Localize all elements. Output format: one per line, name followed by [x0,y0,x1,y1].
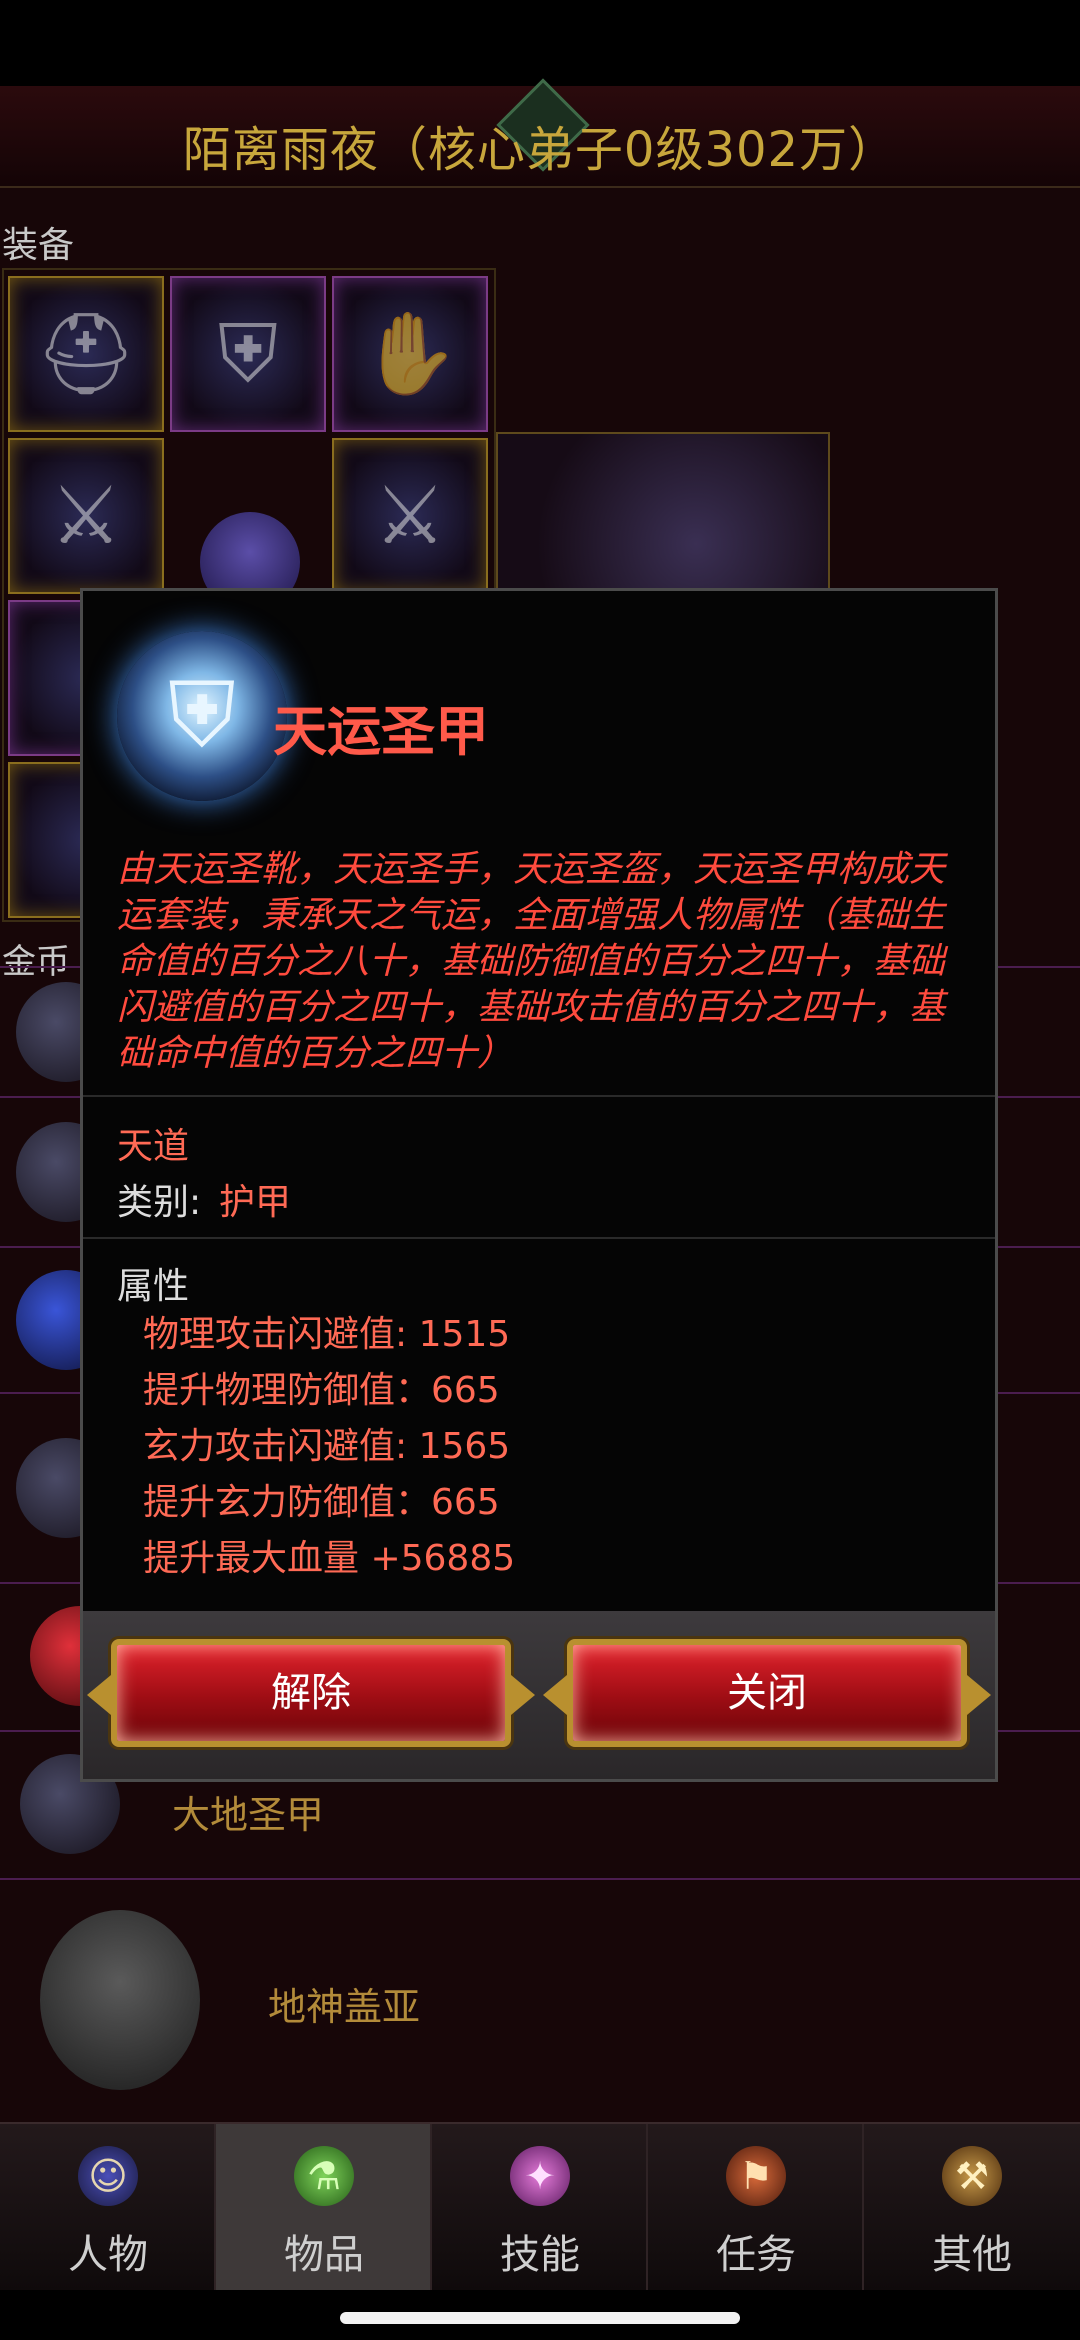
tab-label: 任务 [716,2232,796,2278]
attribute-line: 提升最大血量 +56885 [143,1538,516,1579]
gloves-slot[interactable]: ✋ [332,276,488,432]
divider [83,1237,995,1239]
item-name: 天运圣甲 [273,700,489,763]
quest-icon: ⚑ [726,2146,786,2206]
home-indicator[interactable] [340,2312,740,2324]
potion-icon: ⚗ [294,2146,354,2206]
item-category-label: 类别: [117,1182,202,1223]
attributes-title: 属性 [117,1266,190,1307]
bottom-nav: ☺ 人物 ⚗ 物品 ✦ 技能 ⚑ 任务 ⚒ 其他 [0,2122,1080,2290]
tab-other[interactable]: ⚒ 其他 [864,2124,1080,2290]
item-armor-icon: ⛨ [117,631,287,801]
unequip-button[interactable]: 解除 [87,1639,535,1747]
attribute-line: 玄力攻击闪避值: 1565 [143,1426,511,1467]
attribute-line: 提升玄力防御值：665 [143,1482,500,1523]
armor-icon: ⛨ [218,307,278,400]
attribute-line: 物理攻击闪避值: 1515 [143,1314,511,1355]
item-description: 由天运圣靴，天运圣手，天运圣盔，天运圣甲构成天运套装，秉承天之气运，全面增强人物… [117,849,946,1074]
inventory-item-name: 地神盖亚 [268,1985,421,2029]
weapon-slot-2[interactable]: ⚔ [332,438,488,594]
gaia-avatar-icon [40,1910,200,2090]
inventory-item-name: 大地圣甲 [172,1793,325,1837]
tab-label: 技能 [500,2232,580,2278]
item-detail-modal: ⛨ 天运圣甲 由天运圣靴，天运圣手，天运圣盔，天运圣甲构成天运套装，秉承天之气运… [80,588,998,1782]
tab-items[interactable]: ⚗ 物品 [216,2124,432,2290]
inventory-row[interactable]: 地神盖亚 [0,1878,1080,2124]
close-button[interactable]: 关闭 [543,1639,991,1747]
tab-character[interactable]: ☺ 人物 [0,2124,216,2290]
skill-icon: ✦ [510,2146,570,2206]
tab-quests[interactable]: ⚑ 任务 [648,2124,864,2290]
equipment-section-label: 装备 [2,225,75,266]
tab-label: 物品 [284,2232,364,2278]
item-realm: 天道 [117,1126,190,1167]
other-icon: ⚒ [942,2146,1002,2206]
helmet-slot[interactable]: ⛑ [8,276,164,432]
sword-icon: ⚔ [374,469,446,562]
attributes-list: 物理攻击闪避值: 1515 提升物理防御值：665 玄力攻击闪避值: 1565 … [143,1307,515,1587]
sword-icon: ⚔ [50,469,122,562]
tab-label: 人物 [68,2232,148,2278]
weapon-slot-1[interactable]: ⚔ [8,438,164,594]
character-icon: ☺ [78,2146,138,2206]
divider [83,1095,995,1097]
gloves-icon: ✋ [360,307,460,400]
helmet-icon: ⛑ [35,307,137,400]
attribute-line: 提升物理防御值：665 [143,1370,500,1411]
tab-label: 其他 [932,2232,1012,2278]
item-category-value: 护甲 [219,1182,292,1223]
player-title: 陌离雨夜（核心弟子0级302万） [182,122,898,178]
tab-skills[interactable]: ✦ 技能 [432,2124,648,2290]
armor-slot[interactable]: ⛨ [170,276,326,432]
